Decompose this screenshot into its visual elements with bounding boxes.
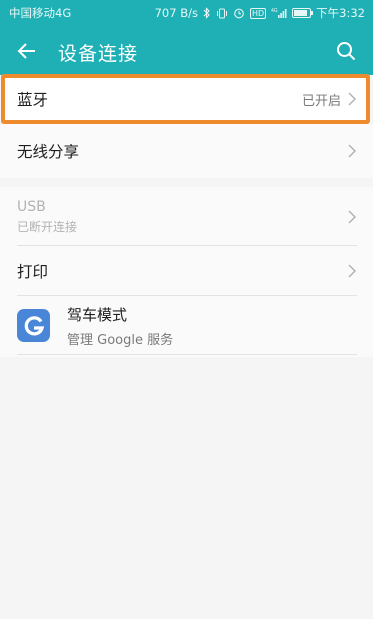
driving-mode-row[interactable]: 驾车模式 管理 Google 服务 <box>0 296 373 355</box>
chevron-right-icon <box>348 144 356 158</box>
clock: 下午3:32 <box>316 6 365 20</box>
connections-section: USB 已断开连接 打印 驾车模式 管理 Google 服务 <box>0 187 373 357</box>
battery-icon <box>292 8 314 18</box>
signal-icon: 4G <box>271 7 287 19</box>
status-bar: 中国移动4G 707 B/s HD 4G 下午3:32 <box>0 0 373 26</box>
hd-badge: HD <box>249 7 267 19</box>
net-speed: 707 B/s <box>154 6 198 20</box>
wireless-share-label: 无线分享 <box>17 143 80 161</box>
chevron-right-icon <box>348 210 356 223</box>
driving-mode-label: 驾车模式 <box>67 305 128 324</box>
network-type-label: 4G <box>271 8 278 14</box>
usb-row[interactable]: USB 已断开连接 <box>0 187 373 246</box>
bluetooth-row[interactable]: 蓝牙 已开启 <box>0 78 373 120</box>
usb-label: USB <box>17 198 46 215</box>
driving-mode-sub: 管理 Google 服务 <box>67 332 174 348</box>
print-row[interactable]: 打印 <box>0 246 373 296</box>
search-icon <box>337 42 356 61</box>
usb-status: 已断开连接 <box>17 219 78 234</box>
back-button[interactable] <box>14 38 40 64</box>
vibrate-icon <box>216 8 228 19</box>
bluetooth-status: 已开启 <box>301 93 341 109</box>
bluetooth-icon <box>203 7 211 19</box>
bluetooth-section: 蓝牙 已开启 <box>0 78 373 120</box>
page-title: 设备连接 <box>58 43 139 65</box>
print-label: 打印 <box>17 263 49 281</box>
chevron-right-icon <box>348 264 356 278</box>
wireless-share-row[interactable]: 无线分享 <box>0 124 373 178</box>
app-bar: 设备连接 <box>0 26 373 75</box>
wireless-share-section: 无线分享 <box>0 124 373 178</box>
google-g-icon <box>17 309 50 342</box>
bluetooth-label: 蓝牙 <box>17 91 49 109</box>
search-button[interactable] <box>333 38 359 64</box>
divider <box>17 354 357 355</box>
chevron-right-icon <box>348 92 356 106</box>
alarm-icon <box>233 7 245 19</box>
carrier-label: 中国移动4G <box>9 6 72 20</box>
status-icons: 707 B/s HD 4G 下午3:32 <box>155 5 365 21</box>
arrow-left-icon <box>17 43 35 59</box>
